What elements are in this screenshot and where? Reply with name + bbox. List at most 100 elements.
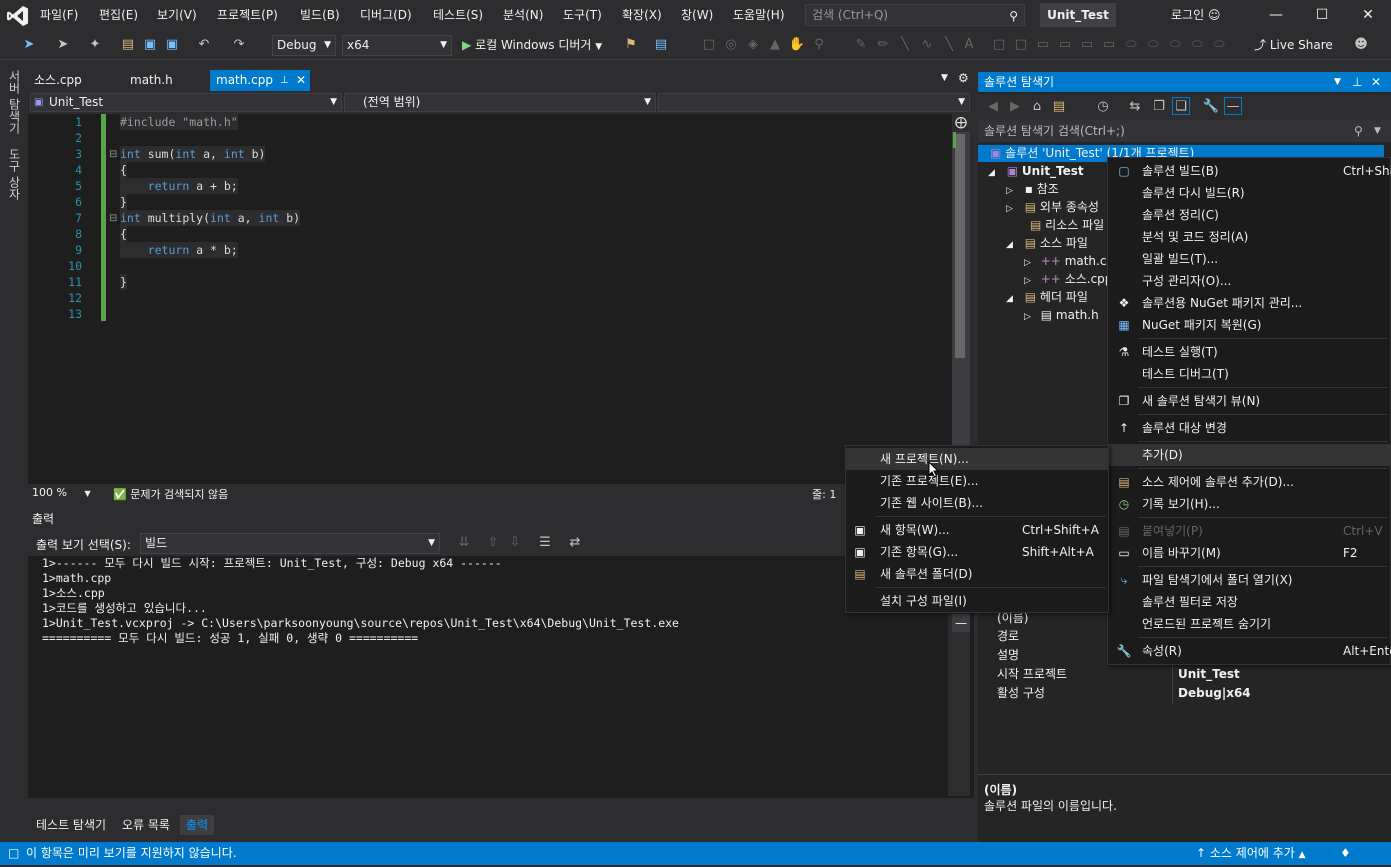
gear-icon[interactable]: ⚙: [958, 71, 969, 85]
forward-icon[interactable]: ▶: [1006, 98, 1024, 116]
code-editor[interactable]: [28, 114, 952, 484]
menu-item-new-view[interactable]: ❐ 새 솔루션 탐색기 뷰(N): [1108, 390, 1390, 412]
tree-project[interactable]: ◢ ▣ Unit_Test: [988, 162, 1084, 180]
save-icon[interactable]: ▣: [141, 36, 159, 54]
menu-item-existing-item[interactable]: ▣ 기존 항목(G)... Shift+Alt+A: [846, 541, 1108, 563]
menu-debug[interactable]: 디버그(D): [360, 0, 412, 31]
menu-item-build-solution[interactable]: ▢ 솔루션 빌드(B) Ctrl+Shift+B: [1108, 160, 1391, 182]
rounded-rect3-icon[interactable]: ▭: [1078, 36, 1096, 54]
tree-math-h[interactable]: ▷ ▤ math.h: [1024, 306, 1099, 324]
toolbox-tab[interactable]: 도구 상자: [6, 148, 23, 200]
menu-item-restore-nuget[interactable]: ▦ NuGet 패키지 복원(G): [1108, 314, 1390, 336]
menu-item-batch-build[interactable]: 일괄 빌드(T)...: [1108, 248, 1390, 270]
menu-item-new-project[interactable]: 새 프로젝트(N)...: [846, 448, 1108, 470]
next-message-icon[interactable]: ⇩: [506, 534, 524, 552]
menu-item-retarget[interactable]: ↑ 솔루션 대상 변경: [1108, 417, 1390, 439]
word-wrap-icon[interactable]: ⇄: [566, 534, 584, 552]
browser-icon[interactable]: ▤: [652, 36, 670, 54]
menu-item-open-in-explorer[interactable]: ⤷ 파일 탐색기에서 폴더 열기(X): [1108, 569, 1390, 591]
pin-icon[interactable]: ⊥: [1352, 72, 1362, 92]
back-icon[interactable]: ➤: [20, 36, 38, 54]
prev-message-icon[interactable]: ⇧: [484, 534, 502, 552]
menu-item-debug-tests[interactable]: 테스트 디버그(T): [1108, 363, 1390, 385]
lasso-icon[interactable]: ◎: [722, 36, 740, 54]
rounded-rect4-icon[interactable]: ▭: [1100, 36, 1118, 54]
server-explorer-tab[interactable]: 서버 탐색기: [6, 70, 23, 134]
config-select[interactable]: Debug ▼: [272, 35, 336, 56]
tab-error-list[interactable]: 오류 목록: [116, 815, 176, 835]
menu-item-run-tests[interactable]: ⚗ 테스트 실행(T): [1108, 341, 1390, 363]
goto-error-icon[interactable]: ⇊: [455, 534, 473, 552]
search-input[interactable]: 검색 (Ctrl+Q) ⚲: [805, 4, 1025, 26]
collapse-icon[interactable]: ⊟: [109, 213, 117, 224]
curve-icon[interactable]: ∿: [918, 36, 936, 54]
property-row[interactable]: 활성 구성 Debug|x64: [990, 684, 1383, 703]
menu-file[interactable]: 파일(F): [40, 0, 78, 31]
menu-item-analyze[interactable]: 분석 및 코드 정리(A): [1108, 226, 1390, 248]
tab-math-h[interactable]: math.h: [124, 70, 179, 91]
properties-scroll-thumb[interactable]: —: [952, 614, 970, 632]
close-tab-icon[interactable]: ✕: [296, 70, 306, 91]
global-scope-select[interactable]: (전역 범위) ▼: [344, 93, 656, 112]
rounded-rect2-icon[interactable]: ▭: [1056, 36, 1074, 54]
properties-icon[interactable]: 🔧: [1202, 98, 1220, 116]
menu-test[interactable]: 테스트(S): [433, 0, 483, 31]
sync-icon[interactable]: ⇆: [1126, 98, 1144, 116]
menu-item-existing-project[interactable]: 기존 프로젝트(E)...: [846, 470, 1108, 492]
platform-select[interactable]: x64 ▼: [342, 35, 452, 56]
tree-resource-files[interactable]: ▤ 리소스 파일: [1030, 216, 1104, 234]
undo-icon[interactable]: ↶: [195, 36, 213, 54]
save-all-icon[interactable]: ▣: [163, 36, 181, 54]
pin-icon[interactable]: ⊥: [280, 70, 289, 91]
notification-bell-icon[interactable]: ♦: [1340, 842, 1351, 865]
collapse-all-icon[interactable]: ❐: [1150, 98, 1168, 116]
maximize-button[interactable]: ☐: [1299, 0, 1345, 31]
property-row[interactable]: 시작 프로젝트 Unit_Test: [990, 665, 1383, 684]
close-button[interactable]: ✕: [1345, 0, 1391, 31]
text-tool-icon[interactable]: A: [960, 36, 978, 54]
zoom-icon[interactable]: ⚲: [810, 36, 828, 54]
chevron-down-icon[interactable]: ▼: [1334, 72, 1341, 92]
tab-overflow-icon[interactable]: ▼: [941, 73, 948, 83]
menu-extensions[interactable]: 확장(X): [622, 0, 662, 31]
menu-item-existing-website[interactable]: 기존 웹 사이트(B)...: [846, 492, 1108, 514]
tree-external-deps[interactable]: ▷ ▤ 외부 종속성: [1006, 198, 1099, 216]
show-all-files-icon[interactable]: ❏: [1172, 97, 1190, 115]
tree-source-files[interactable]: ◢ ▤ 소스 파일: [1006, 234, 1088, 252]
ellipse2-icon[interactable]: ⬭: [1144, 36, 1162, 54]
preview-icon[interactable]: —: [1224, 97, 1242, 115]
menu-item-paste[interactable]: ▤ 붙여넣기(P) Ctrl+V: [1108, 520, 1390, 542]
menu-view[interactable]: 보기(V): [157, 0, 197, 31]
tree-header-files[interactable]: ◢ ▤ 헤더 파일: [1006, 288, 1088, 306]
rect-icon[interactable]: □: [990, 36, 1008, 54]
output-source-select[interactable]: 빌드 ▼: [140, 533, 440, 554]
pan-icon[interactable]: ✋: [788, 36, 806, 54]
zoom-select[interactable]: 100 % ▼: [32, 486, 91, 499]
new-item-icon[interactable]: ✦: [86, 36, 104, 54]
menu-edit[interactable]: 편집(E): [99, 0, 138, 31]
start-debugging-button[interactable]: ▶ 로컬 Windows 디버거 ▼: [462, 36, 602, 54]
menu-item-new-item[interactable]: ▣ 새 항목(W)... Ctrl+Shift+A: [846, 519, 1108, 541]
menu-analyze[interactable]: 분석(N): [503, 0, 543, 31]
rect-fill-icon[interactable]: □: [1012, 36, 1030, 54]
ellipse-icon[interactable]: ⬭: [1122, 36, 1140, 54]
feedback-icon[interactable]: ☻: [1352, 36, 1370, 54]
editor-scroll-thumb[interactable]: [955, 134, 965, 358]
menu-tools[interactable]: 도구(T): [563, 0, 602, 31]
ellipse4-icon[interactable]: ⬭: [1188, 36, 1206, 54]
close-icon[interactable]: ✕: [1371, 72, 1381, 92]
tree-references[interactable]: ▷ ▪ 참조: [1006, 180, 1059, 198]
brush-icon[interactable]: ✏: [874, 36, 892, 54]
menu-window[interactable]: 창(W): [681, 0, 713, 31]
select-icon[interactable]: □: [700, 36, 718, 54]
output-hscrollbar[interactable]: [28, 798, 974, 812]
forward-icon[interactable]: ➤: [54, 36, 72, 54]
line-icon[interactable]: ╲: [896, 36, 914, 54]
redo-icon[interactable]: ↷: [230, 36, 248, 54]
menu-item-new-solution-folder[interactable]: ▤ 새 솔루션 폴더(D): [846, 563, 1108, 585]
switch-views-icon[interactable]: ▤: [1050, 98, 1068, 116]
back-icon[interactable]: ◀: [984, 98, 1002, 116]
menu-item-config-manager[interactable]: 구성 관리자(O)...: [1108, 270, 1390, 292]
menu-project[interactable]: 프로젝트(P): [217, 0, 278, 31]
menu-item-clean-solution[interactable]: 솔루션 정리(C): [1108, 204, 1390, 226]
